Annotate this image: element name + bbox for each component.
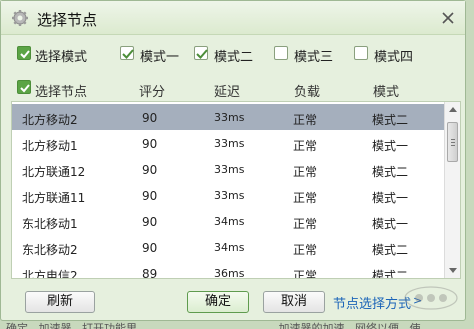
node-load: 正常 [293, 113, 318, 127]
vertical-scrollbar[interactable] [444, 102, 460, 278]
table-row[interactable]: 北方联通12 90 33ms 正常 模式二 [12, 156, 444, 182]
table-header: 选择节点 评分 延迟 负载 模式 [1, 75, 465, 101]
node-mode: 模式二 [372, 113, 409, 127]
refresh-button[interactable]: 刷新 [25, 291, 95, 313]
mode-1-label: 模式一 [140, 50, 180, 65]
watermark-logo [404, 286, 458, 310]
node-score: 90 [142, 241, 158, 255]
scroll-down-button[interactable] [445, 262, 460, 278]
node-latency: 34ms [214, 215, 245, 228]
node-name: 东北移动2 [22, 243, 78, 257]
table-row[interactable]: 北方移动2 90 33ms 正常 模式二 [12, 104, 444, 130]
checkmark-icon [196, 49, 208, 59]
close-icon [442, 12, 454, 24]
scroll-thumb[interactable] [447, 122, 458, 162]
node-name: 北方联通11 [22, 191, 86, 205]
select-mode-checkbox[interactable] [17, 46, 31, 60]
column-header-mode[interactable]: 模式 [373, 81, 399, 100]
column-header-score[interactable]: 评分 [139, 81, 165, 100]
table-row[interactable]: 北方移动1 90 33ms 正常 模式一 [12, 130, 444, 156]
node-score: 90 [142, 137, 158, 151]
scroll-up-button[interactable] [445, 102, 460, 118]
node-score: 90 [142, 215, 158, 229]
node-mode: 模式一 [372, 217, 409, 231]
node-latency: 33ms [214, 163, 245, 176]
arrow-up-icon [449, 107, 457, 112]
table-row[interactable]: 东北移动1 90 34ms 正常 模式一 [12, 208, 444, 234]
cancel-button[interactable]: 取消 [263, 291, 325, 313]
table-row[interactable]: 北方联通11 90 33ms 正常 模式一 [12, 182, 444, 208]
select-mode-label: 选择模式 [35, 50, 88, 65]
node-name: 东北移动1 [22, 217, 78, 231]
node-list: 北方移动2 90 33ms 正常 模式二 北方移动1 90 33ms 正常 模式… [11, 101, 461, 279]
node-latency: 36ms [214, 267, 245, 279]
node-load: 正常 [293, 191, 318, 205]
node-load: 正常 [293, 165, 318, 179]
node-name: 北方移动1 [22, 139, 78, 153]
node-name: 北方移动2 [22, 113, 78, 127]
ok-button[interactable]: 确定 [187, 291, 249, 313]
node-latency: 33ms [214, 189, 245, 202]
node-selection-method-link[interactable]: 节点选择方式 [333, 293, 411, 312]
select-node-dialog: 选择节点 选择模式 模式一 模式二 模式三 模式四 选择节点 评分 延迟 负载 … [0, 0, 466, 321]
mode-1-checkbox[interactable] [120, 46, 134, 60]
node-latency: 33ms [214, 111, 245, 124]
background-text-right: ...加速器的加速...网络以便...使 [268, 322, 421, 329]
mode-2-label: 模式二 [214, 50, 254, 65]
node-mode: 模式二 [372, 269, 409, 279]
title-bar: 选择节点 [1, 1, 465, 35]
mode-4-label: 模式四 [374, 50, 414, 65]
node-mode: 模式二 [372, 165, 409, 179]
table-row[interactable]: 北方电信2 89 36ms 正常 模式二 [12, 260, 444, 279]
checkmark-icon [20, 50, 30, 59]
mode-3-label: 模式三 [294, 50, 334, 65]
checkmark-icon [122, 49, 134, 59]
node-load: 正常 [293, 269, 318, 279]
mode-2-checkbox[interactable] [194, 46, 208, 60]
table-row[interactable]: 东北移动2 90 34ms 正常 模式二 [12, 234, 444, 260]
node-mode: 模式一 [372, 191, 409, 205]
node-name: 北方电信2 [22, 269, 78, 279]
node-mode: 模式一 [372, 139, 409, 153]
node-name: 北方联通12 [22, 165, 86, 179]
arrow-down-icon [449, 268, 457, 273]
node-latency: 33ms [214, 137, 245, 150]
dialog-title: 选择节点 [37, 11, 98, 29]
node-load: 正常 [293, 217, 318, 231]
node-latency: 34ms [214, 241, 245, 254]
mode-4-checkbox[interactable] [354, 46, 368, 60]
close-button[interactable] [439, 9, 457, 27]
mode-selector-row: 选择模式 模式一 模式二 模式三 模式四 [1, 39, 465, 67]
node-score: 89 [142, 267, 158, 279]
background-text-left: 确定...加速器...打开功能里 [6, 322, 137, 329]
gear-icon [11, 9, 29, 27]
node-score: 90 [142, 111, 158, 125]
select-node-checkbox[interactable] [17, 80, 31, 94]
node-load: 正常 [293, 139, 318, 153]
mode-3-checkbox[interactable] [274, 46, 288, 60]
node-score: 90 [142, 189, 158, 203]
checkmark-icon [20, 84, 30, 93]
node-mode: 模式二 [372, 243, 409, 257]
column-header-node[interactable]: 选择节点 [35, 81, 87, 100]
node-load: 正常 [293, 243, 318, 257]
column-header-latency[interactable]: 延迟 [214, 81, 240, 100]
node-score: 90 [142, 163, 158, 177]
column-header-load[interactable]: 负载 [294, 81, 320, 100]
